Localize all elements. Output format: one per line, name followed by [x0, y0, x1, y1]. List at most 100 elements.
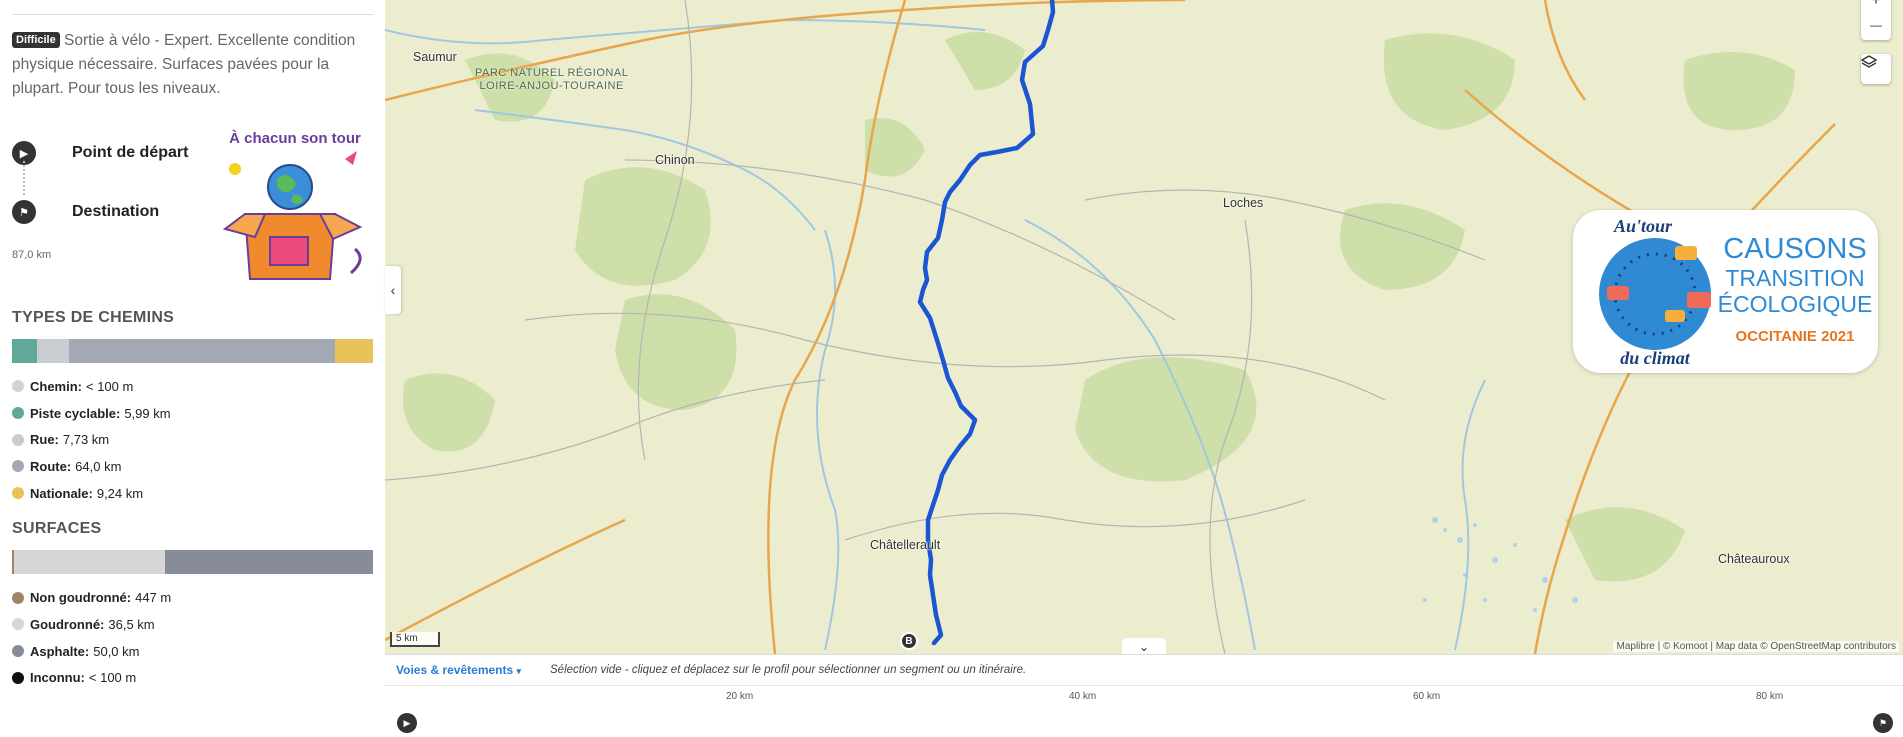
illustration-text: À chacun son tour	[229, 130, 361, 147]
legend-dot-icon	[12, 433, 24, 446]
bar-segment[interactable]	[69, 339, 335, 363]
layers-button[interactable]	[1861, 54, 1891, 84]
legend-dot-icon	[12, 487, 24, 500]
destination-label: Destination	[72, 203, 160, 220]
end-marker[interactable]: B	[900, 632, 918, 650]
town-chinon: Chinon	[655, 153, 695, 167]
legend-item[interactable]: Rue: 7,73 km	[12, 426, 373, 453]
a-chacun-son-tour-illustration: À chacun son tour	[222, 130, 363, 280]
causons-logo: Au'tour du climat CAUSONS TRANSITION ÉCO…	[1573, 210, 1878, 373]
bar-segment[interactable]	[36, 339, 70, 363]
bar-segment[interactable]	[334, 339, 373, 363]
bar-segment[interactable]	[12, 339, 37, 363]
legend-item[interactable]: Asphalte: 50,0 km	[12, 638, 373, 665]
profile-type-dropdown[interactable]: Voies & revêtements ▾	[396, 663, 521, 677]
legend-dot-icon	[12, 645, 24, 658]
legend-name: Rue:	[30, 432, 59, 448]
surfaces-title: SURFACES	[12, 520, 102, 538]
legend-item[interactable]: Piste cyclable: 5,99 km	[12, 400, 373, 427]
legend-name: Inconnu:	[30, 670, 85, 686]
flag-icon: ⚑	[12, 200, 36, 224]
destination-point[interactable]: ⚑ Destination	[12, 200, 159, 224]
legend-item[interactable]: Route: 64,0 km	[12, 453, 373, 480]
legend-item[interactable]: Nationale: 9,24 km	[12, 480, 373, 507]
zoom-controls: + —	[1861, 0, 1891, 40]
legend-value: < 100 m	[86, 378, 134, 394]
logo-line3: ÉCOLOGIQUE	[1718, 291, 1873, 317]
collapse-sidebar-button[interactable]: ‹	[385, 266, 401, 314]
legend-dot-icon	[12, 380, 24, 393]
legend-dot-icon	[12, 618, 24, 631]
legend-item[interactable]: Inconnu: < 100 m	[12, 665, 373, 692]
way-types-legend: Chemin: < 100 m Piste cyclable: 5,99 km Rue:…	[12, 373, 373, 506]
chevron-left-icon: ‹	[390, 282, 396, 298]
legend-value: 7,73 km	[62, 432, 110, 448]
surfaces-legend: Non goudronné: 447 m Goudronné: 36,5 km Asph…	[12, 584, 373, 691]
route-points: ▶ Point de départ ⚑ Destination 87,0 km …	[12, 129, 373, 289]
legend-value: 9,24 km	[96, 485, 144, 501]
axis-tick-60: 60 km	[1413, 691, 1441, 702]
bar-segment[interactable]	[13, 550, 166, 575]
legend-item[interactable]: Goudronné: 36,5 km	[12, 611, 373, 638]
legend-item[interactable]: Non goudronné: 447 m	[12, 584, 373, 611]
tour-description: Difficile Sortie à vélo - Expert. Excell…	[12, 29, 373, 101]
legend-name: Non goudronné:	[30, 590, 132, 606]
divider	[12, 14, 373, 15]
description-text: Sortie à vélo - Expert. Excellente condi…	[12, 32, 356, 97]
axis-tick-80: 80 km	[1756, 691, 1784, 702]
emblem-top-text: Au'tour	[1613, 216, 1673, 236]
profile-tab-label: Voies & revêtements	[396, 663, 514, 677]
profile-start-icon[interactable]: ▶	[397, 713, 417, 733]
logo-line2: TRANSITION	[1725, 265, 1864, 291]
park-label-line2: LOIRE-ANJOU-TOURAINE	[479, 80, 624, 92]
way-types-title: TYPES DE CHEMINS	[12, 309, 175, 326]
legend-value: 447 m	[135, 590, 172, 606]
caret-down-icon: ▾	[516, 666, 522, 676]
legend-dot-icon	[12, 460, 24, 473]
legend-dot-icon	[12, 407, 24, 420]
legend-dot-icon	[12, 591, 24, 604]
layers-icon	[1861, 55, 1877, 68]
route-connector	[23, 161, 25, 195]
start-point[interactable]: ▶ Point de départ	[12, 141, 188, 165]
legend-value: 50,0 km	[93, 643, 140, 659]
start-label: Point de départ	[72, 144, 189, 161]
town-chatellerault: Châtellerault	[870, 538, 941, 552]
legend-name: Piste cyclable:	[30, 405, 121, 421]
map-scale: 5 km	[390, 632, 440, 647]
legend-name: Goudronné:	[30, 616, 105, 632]
park-label: PARC NATUREL RÉGIONAL LOIRE-ANJOU-TOURAI…	[475, 67, 628, 93]
logo-line4: OCCITANIE 2021	[1736, 328, 1855, 345]
au-tour-du-climat-emblem: Au'tour du climat CAUSONS TRANSITION ÉCO…	[1599, 216, 1873, 368]
bar-segment[interactable]	[165, 550, 373, 575]
legend-value: < 100 m	[88, 670, 137, 686]
legend-name: Asphalte:	[30, 643, 90, 659]
profile-end-icon[interactable]: ⚑	[1873, 713, 1893, 733]
profile-hint: Sélection vide - cliquez et déplacez sur…	[550, 664, 1027, 676]
town-chateauroux: Châteauroux	[1718, 552, 1790, 566]
legend-name: Route:	[30, 458, 72, 474]
way-types-bar[interactable]	[12, 339, 373, 363]
profile-panel: Voies & revêtements ▾ Sélection vide - c…	[385, 654, 1903, 737]
legend-name: Chemin:	[30, 378, 82, 394]
legend-dot-icon	[12, 671, 24, 684]
emblem-bottom-text: du climat	[1620, 348, 1691, 368]
legend-value: 5,99 km	[124, 405, 171, 421]
logo-line1: CAUSONS	[1723, 233, 1866, 265]
chevron-down-icon: ⌄	[1138, 640, 1150, 654]
difficulty-badge: Difficile	[12, 32, 60, 48]
map-attribution[interactable]: Maplibre | © Komoot | Map data © OpenStr…	[1613, 641, 1899, 652]
legend-name: Nationale:	[30, 485, 93, 501]
town-loches: Loches	[1223, 196, 1264, 210]
legend-item[interactable]: Chemin: < 100 m	[12, 373, 373, 400]
surfaces-bar[interactable]	[12, 550, 373, 575]
axis-tick-40: 40 km	[1069, 691, 1097, 702]
tour-distance: 87,0 km	[12, 249, 52, 261]
zoom-in-button[interactable]: +	[1871, 0, 1880, 10]
town-saumur: Saumur	[413, 50, 457, 64]
axis-tick-20: 20 km	[726, 691, 754, 702]
tour-sidebar: Difficile Sortie à vélo - Expert. Excell…	[0, 0, 385, 737]
park-label-line1: PARC NATUREL RÉGIONAL	[475, 67, 629, 79]
zoom-out-button[interactable]: —	[1870, 18, 1882, 32]
profile-divider	[385, 685, 1903, 686]
